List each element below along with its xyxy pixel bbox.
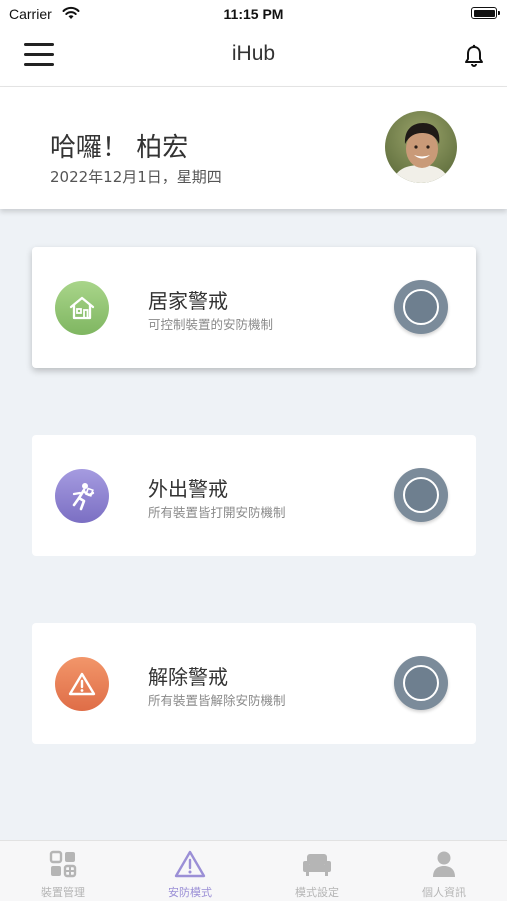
warning-triangle-icon: [174, 850, 206, 878]
mode-card-home[interactable]: 居家警戒 可控制裝置的安防機制: [32, 247, 476, 368]
bell-icon[interactable]: [463, 44, 485, 68]
mode-toggle-button[interactable]: [394, 656, 448, 710]
mode-name: 解除警戒: [148, 665, 228, 689]
house-icon: [55, 281, 109, 335]
navigation-bar: iHub: [0, 26, 507, 87]
status-bar: Carrier 11:15 PM: [0, 0, 507, 26]
tab-label: 安防模式: [168, 886, 212, 899]
hamburger-menu-icon[interactable]: [24, 43, 54, 67]
avatar[interactable]: [385, 111, 457, 183]
mode-description: 所有裝置皆解除安防機制: [148, 693, 286, 708]
running-person-icon: [55, 469, 109, 523]
mode-card-away[interactable]: 外出警戒 所有裝置皆打開安防機制: [32, 435, 476, 556]
tab-label: 模式設定: [295, 886, 339, 899]
sofa-icon: [303, 854, 331, 876]
app-title: iHub: [231, 42, 276, 65]
grid-icon: [49, 850, 77, 878]
mode-name: 居家警戒: [148, 289, 228, 313]
greeting-text: 哈囉！ 柏宏: [50, 133, 189, 163]
mode-toggle-button[interactable]: [394, 280, 448, 334]
tab-label: 裝置管理: [41, 886, 85, 899]
person-icon: [433, 851, 455, 877]
date-text: 2022年12月1日，星期四: [50, 168, 222, 186]
mode-description: 所有裝置皆打開安防機制: [148, 505, 286, 520]
tab-label: 個人資訊: [422, 886, 466, 899]
battery-icon: [471, 7, 500, 19]
clock: 11:15 PM: [223, 6, 284, 22]
greeting-panel: 哈囉！ 柏宏 2022年12月1日，星期四: [0, 87, 507, 209]
mode-card-disarm[interactable]: 解除警戒 所有裝置皆解除安防機制: [32, 623, 476, 744]
mode-name: 外出警戒: [148, 477, 228, 501]
tab-mode-settings[interactable]: 模式設定: [254, 841, 380, 901]
warning-icon: [55, 657, 109, 711]
mode-description: 可控制裝置的安防機制: [148, 317, 274, 332]
mode-toggle-button[interactable]: [394, 468, 448, 522]
tab-device-management[interactable]: 裝置管理: [0, 841, 126, 901]
tab-personal-info[interactable]: 個人資訊: [381, 841, 507, 901]
tab-bar: 裝置管理 安防模式 模式設定 個人資訊: [0, 840, 507, 901]
tab-security-mode[interactable]: 安防模式: [127, 841, 253, 901]
